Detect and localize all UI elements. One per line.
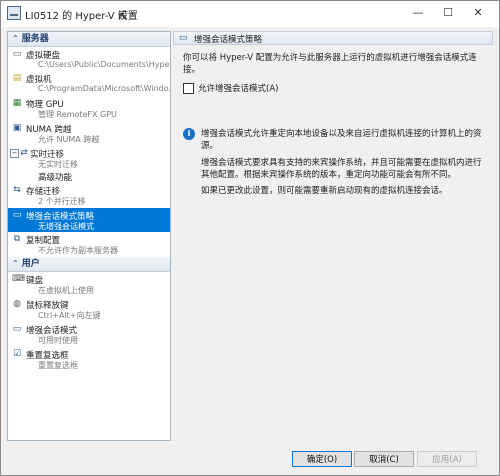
settings-tree: ⌃ 服务器 ▭ 虚拟硬盘 C:\Users\Public\Documents\Hy… [7,31,171,441]
cancel-button[interactable]: 取消(C) [354,451,414,467]
tree-item-virtual-hard-disks[interactable]: ▭ 虚拟硬盘 C:\Users\Public\Documents\Hyper-.… [8,47,170,71]
reset-icon: ☑ [12,349,22,359]
close-button[interactable]: ✕ [463,1,493,27]
apply-button[interactable]: 应用(A) [417,451,477,467]
tree-item-keyboard[interactable]: ⌨ 键盘 在虚拟机上使用 [8,272,170,297]
tree-item-mouse-release-key[interactable]: ◍ 鼠标释放键 Ctrl+Alt+向左键 [8,297,170,322]
mouse-icon: ◍ [13,299,21,309]
tree-item-storage-migrations[interactable]: ⇆ 存储迁移 2 个并行迁移 [8,183,170,208]
allow-enhanced-session-checkbox[interactable] [183,83,194,94]
collapse-toggle-icon[interactable]: − [10,149,19,158]
pane-header: ▭ 增强会话模式策略 [173,31,493,45]
gpu-icon: ▦ [12,98,22,108]
maximize-button[interactable]: ☐ [433,1,463,27]
allow-enhanced-session-label[interactable]: 允许增强会话模式(A) [198,82,278,94]
info-text-1: 增强会话模式允许重定向本地设备以及来自运行虚拟机连接的计算机上的资源。 [201,129,482,151]
tree-item-virtual-machines[interactable]: ▤ 虚拟机 C:\ProgramData\Microsoft\Windo... [8,71,170,96]
chevron-up-icon: ⌃ [12,34,19,43]
tree-item-reset-checkboxes[interactable]: ☑ 重置复选框 重置复选框 [8,347,170,372]
info-text-2: 增强会话模式要求具有支持的来宾操作系统，并且可能需要在虚拟机内进行其他配置。根据… [201,158,482,180]
settings-pane: ▭ 增强会话模式策略 你可以将 Hyper-V 配置为允许与此服务器上运行的虚拟… [173,31,493,439]
tree-item-replication-configuration[interactable]: ⧉ 复制配置 不允许作为副本服务器 [8,232,170,257]
live-migration-icon: ⇄ [20,148,28,158]
numa-icon: ▣ [12,123,22,133]
settings-window: LI0512 的 Hyper-V 设置 ⇱ — ☐ ✕ ⌃ 服务器 ▭ 虚拟硬盘 … [0,0,500,476]
minimize-button[interactable]: — [403,1,433,27]
enhanced-session-icon: ▭ [12,210,22,220]
info-text-3: 如果已更改此设置，则可能需要重新启动现有的虚拟机连接会话。 [201,186,448,196]
chevron-up-icon: ⌃ [12,259,19,268]
pane-description: 你可以将 Hyper-V 配置为允许与此服务器上运行的虚拟机进行增强会话模式连接… [183,53,477,75]
session-icon: ▭ [12,324,22,334]
user-section-header[interactable]: ⌃ 用户 [8,257,170,272]
mouse-cursor-icon: ⇱ [118,9,129,23]
server-section-header[interactable]: ⌃ 服务器 [8,32,170,47]
enhanced-session-icon: ▭ [179,33,188,43]
tree-item-enhanced-session-mode[interactable]: ▭ 增强会话模式 可用时使用 [8,322,170,347]
storage-migration-icon: ⇆ [13,185,21,195]
tree-item-advanced-features[interactable]: 高级功能 [8,171,170,183]
tree-item-numa-spanning[interactable]: ▣ NUMA 跨越 允许 NUMA 跨越 [8,121,170,146]
hyper-v-app-icon [7,6,21,20]
vm-folder-icon: ▤ [12,73,22,83]
info-icon: i [183,128,195,140]
title-bar: LI0512 的 Hyper-V 设置 ⇱ — ☐ ✕ [1,1,499,27]
disk-icon: ▭ [12,49,22,59]
tree-item-live-migrations[interactable]: − ⇄ 实时迁移 无实时迁移 [8,146,170,171]
ok-button[interactable]: 确定(O) [292,451,352,467]
replication-icon: ⧉ [13,234,21,244]
keyboard-icon: ⌨ [12,274,25,284]
tree-item-enhanced-session-policy[interactable]: ▭ 增强会话模式策略 无增强会话模式 [8,208,170,232]
tree-item-physical-gpu[interactable]: ▦ 物理 GPU 管理 RemoteFX GPU [8,96,170,121]
